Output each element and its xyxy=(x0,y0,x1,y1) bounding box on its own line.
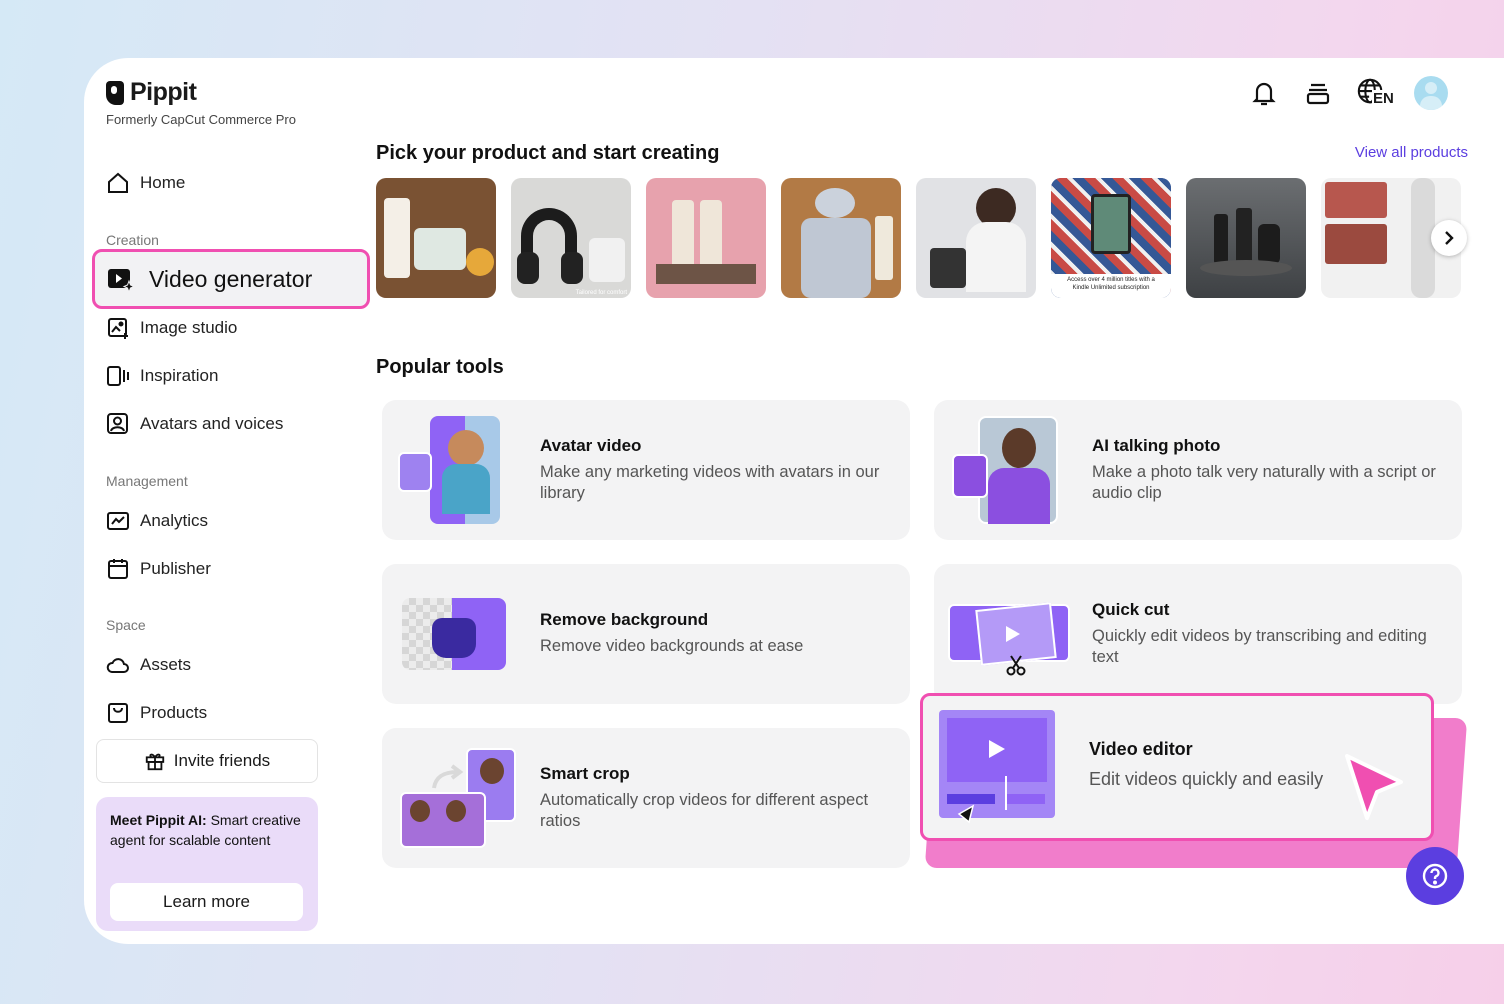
sidebar-item-label: Assets xyxy=(140,655,192,674)
invite-friends-label: Invite friends xyxy=(173,751,271,770)
thumb-caption: Tailored for comfort xyxy=(575,290,627,296)
sidebar-item-avatars-voices[interactable]: Avatars and voices xyxy=(106,412,283,436)
video-generator-icon xyxy=(108,269,135,292)
question-mark-icon xyxy=(1422,863,1448,889)
tool-card-quick-cut[interactable]: Quick cut Quickly edit videos by transcr… xyxy=(934,564,1462,704)
gift-icon xyxy=(145,753,164,771)
tool-card-ai-talking-photo[interactable]: AI talking photo Make a photo talk very … xyxy=(934,400,1462,540)
pointer-arrow-icon xyxy=(1345,754,1403,820)
product-thumbnails: Tailored for comfort Access over 4 milli… xyxy=(376,178,1466,298)
calendar-icon xyxy=(108,559,128,579)
sidebar-item-label: Avatars and voices xyxy=(140,414,284,433)
inspiration-icon xyxy=(107,366,129,386)
background-frame: Pippit Formerly CapCut Commerce Pro Home… xyxy=(0,0,1504,1004)
tool-card-desc: Make a photo talk very naturally with a … xyxy=(1092,463,1436,502)
tool-card-title: Video editor xyxy=(1089,739,1193,759)
section-label-space: Space xyxy=(106,617,146,633)
sidebar-item-label: Publisher xyxy=(140,559,211,578)
product-box-icon xyxy=(108,703,128,723)
sidebar-item-label: Image studio xyxy=(140,318,238,337)
tool-card-avatar-video[interactable]: Avatar video Make any marketing videos w… xyxy=(382,400,910,540)
sidebar-item-analytics[interactable]: Analytics xyxy=(106,509,208,533)
sidebar-item-label: Products xyxy=(140,703,208,722)
sidebar-item-image-studio[interactable]: Image studio xyxy=(106,316,237,340)
section-label-management: Management xyxy=(106,473,188,489)
product-thumb[interactable] xyxy=(376,178,496,298)
chevron-right-icon xyxy=(1445,231,1454,245)
cloud-icon xyxy=(106,658,129,673)
curved-arrow-icon xyxy=(432,764,464,789)
tool-card-desc: Remove video backgrounds at ease xyxy=(540,637,804,655)
avatar-thumb-art xyxy=(398,452,432,492)
talking-photo-art xyxy=(978,416,1058,524)
language-label: EN xyxy=(1372,90,1395,107)
learn-more-button[interactable]: Learn more xyxy=(110,883,303,921)
brand-name: Pippit xyxy=(130,78,197,106)
smart-crop-wide-art xyxy=(400,792,486,848)
play-icon xyxy=(1006,626,1020,642)
cursor-icon xyxy=(957,804,975,824)
thumb-caption: Access over 4 million titles with a Kind… xyxy=(1067,277,1155,291)
logo-icon xyxy=(106,80,124,105)
section-label-creation: Creation xyxy=(106,232,159,248)
product-thumb[interactable] xyxy=(781,178,901,298)
help-button[interactable] xyxy=(1406,847,1464,905)
tool-card-desc: Quickly edit videos by transcribing and … xyxy=(1092,627,1427,666)
header-icons: EN xyxy=(1248,76,1448,110)
promo-bold-text: Meet Pippit AI: xyxy=(110,812,207,828)
sidebar-item-home[interactable]: Home xyxy=(106,171,185,195)
sidebar-item-products[interactable]: Products xyxy=(106,701,207,725)
remove-bg-art xyxy=(402,598,506,670)
tool-card-remove-background[interactable]: Remove background Remove video backgroun… xyxy=(382,564,910,704)
sidebar-item-label: Inspiration xyxy=(140,366,219,385)
tool-card-video-editor[interactable]: Video editor Edit videos quickly and eas… xyxy=(920,693,1434,841)
tool-card-smart-crop[interactable]: Smart crop Automatically crop videos for… xyxy=(382,728,910,868)
view-all-products-link[interactable]: View all products xyxy=(1355,144,1468,161)
app-window: Pippit Formerly CapCut Commerce Pro Home… xyxy=(84,58,1504,944)
sidebar-item-assets[interactable]: Assets xyxy=(106,653,191,677)
image-studio-icon xyxy=(108,318,128,339)
stack-icon[interactable] xyxy=(1302,77,1334,109)
talking-photo-thumb-art xyxy=(952,454,988,498)
video-editor-art xyxy=(939,710,1055,818)
scissors-icon xyxy=(1006,655,1026,676)
sidebar-item-label: Analytics xyxy=(140,511,209,530)
product-thumb[interactable] xyxy=(916,178,1036,298)
tool-card-desc: Edit videos quickly and easily xyxy=(1089,769,1324,789)
bell-icon[interactable] xyxy=(1248,77,1280,109)
home-icon xyxy=(108,172,128,193)
sidebar-item-video-generator[interactable]: Video generator xyxy=(92,249,370,309)
tool-card-title: Smart crop xyxy=(540,764,630,783)
sidebar-item-label: Home xyxy=(140,173,186,192)
product-thumb[interactable]: Tailored for comfort xyxy=(511,178,631,298)
play-icon xyxy=(989,740,1005,758)
user-avatar[interactable] xyxy=(1414,76,1448,110)
language-button[interactable]: EN xyxy=(1356,77,1395,109)
sidebar-item-publisher[interactable]: Publisher xyxy=(106,557,211,581)
tool-card-desc: Make any marketing videos with avatars i… xyxy=(540,463,880,502)
product-thumb[interactable]: Access over 4 million titles with a Kind… xyxy=(1051,178,1171,298)
tool-card-title: AI talking photo xyxy=(1092,436,1221,455)
brand-logo[interactable]: Pippit xyxy=(106,78,197,107)
avatar-video-art xyxy=(430,416,500,524)
tool-card-title: Avatar video xyxy=(540,436,642,455)
promo-text: Meet Pippit AI: Smart creative agent for… xyxy=(110,811,304,850)
sidebar-item-label: Video generator xyxy=(149,265,313,292)
tool-card-desc: Automatically crop videos for different … xyxy=(540,791,869,830)
promo-card: Meet Pippit AI: Smart creative agent for… xyxy=(96,797,318,931)
invite-friends-button[interactable]: Invite friends xyxy=(96,739,318,783)
product-thumb[interactable] xyxy=(646,178,766,298)
tool-card-title: Quick cut xyxy=(1092,600,1170,619)
brand-subtitle: Formerly CapCut Commerce Pro xyxy=(106,112,296,127)
products-next-button[interactable] xyxy=(1431,220,1467,256)
sidebar-item-inspiration[interactable]: Inspiration xyxy=(106,364,218,388)
products-heading: Pick your product and start creating xyxy=(376,142,720,164)
product-thumb[interactable] xyxy=(1186,178,1306,298)
analytics-icon xyxy=(107,512,129,530)
tool-card-title: Remove background xyxy=(540,610,709,629)
popular-tools-heading: Popular tools xyxy=(376,356,504,378)
avatar-icon xyxy=(107,413,128,434)
